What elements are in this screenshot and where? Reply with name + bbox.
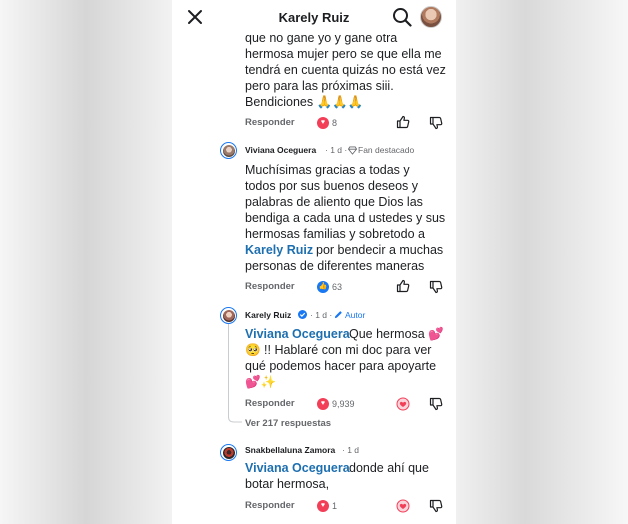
comment-author[interactable]: Snakbellaluna Zamora [245,445,335,455]
profile-avatar[interactable] [420,6,442,28]
comment-text-line: donde ahí que [349,461,429,475]
comment-time: · 1 d · [310,310,333,320]
comment-text-line: bendiga a cada una d ustedes y sus [245,211,446,225]
comment-text-line: hermosas familias y sobretodo a [245,227,425,241]
reaction-count[interactable]: 9,939 [332,399,355,409]
top-bar: Karely Ruiz [172,0,456,34]
comment-text-line: 🥺 !! Hablaré con mi doc para ver [245,343,432,357]
comment-text-line: 💕✨ [245,375,277,389]
background-left [0,0,172,524]
comment-time: · 1 d [342,445,360,455]
comment-author[interactable]: Karely Ruiz [245,310,291,320]
love-outline-icon[interactable] [396,499,410,513]
fan-badge: Fan destacado [358,145,415,155]
reply-button[interactable]: Responder [245,117,295,128]
thumbs-up-icon[interactable] [396,279,410,293]
comment-text-line: pero para las próximas siii. [245,79,394,93]
view-replies-link[interactable]: Ver 217 respuestas [245,418,331,429]
comment-time: · 1 d · [325,145,348,155]
comment-text-line: Muchísimas gracias a todas y [245,163,410,177]
comment-text-line: Que hermosa 💕 [349,327,444,341]
reaction-count[interactable]: 8 [332,118,337,128]
mention-link[interactable]: Viviana Oceguera [245,460,350,477]
thumbs-down-icon[interactable] [429,397,443,411]
avatar[interactable] [220,307,237,324]
avatar[interactable] [220,444,237,461]
comment-text-line: tendrá en cuenta quizás no está vez [245,63,446,77]
comment-text-line: qué podemos hacer para apoyarte [245,359,437,373]
diamond-icon [348,146,357,155]
author-badge: Autor [345,310,366,320]
comments-screen: Karely Ruiz que no gane yo y gane otra h… [172,0,456,524]
comment-text-line: palabras de aliento que Dios las [245,195,423,209]
search-icon[interactable] [392,7,412,27]
comment-text-line: personas de diferentes maneras [245,259,425,273]
page-title: Karely Ruiz [278,10,350,25]
reply-button[interactable]: Responder [245,281,295,292]
heart-react-icon: ♥ [317,398,329,410]
thumbs-down-icon[interactable] [429,499,443,513]
mention-link[interactable]: Viviana Oceguera [245,326,350,343]
thread-line [228,318,229,418]
like-react-icon: 👍 [317,281,329,293]
comment-text-line: Bendiciones 🙏🙏🙏 [245,95,364,109]
comment-text-line: hermosa mujer pero se que ella me [245,47,442,61]
reply-button[interactable]: Responder [245,500,295,511]
pencil-icon [334,311,342,319]
comment-text-line: por bendecir a muchas [316,243,444,257]
reply-button[interactable]: Responder [245,398,295,409]
verified-icon [298,310,307,319]
thumbs-up-icon[interactable] [396,115,410,129]
background-right [456,0,628,524]
comment-text-line: todos por sus buenos deseos y [245,179,419,193]
thumbs-down-icon[interactable] [429,280,443,294]
comment-text-line: botar hermosa, [245,477,330,491]
heart-react-icon: ♥ [317,500,329,512]
avatar[interactable] [220,142,237,159]
thread-connector [228,412,242,423]
love-outline-icon[interactable] [396,397,410,411]
thumbs-down-icon[interactable] [429,116,443,130]
reaction-count[interactable]: 63 [332,282,342,292]
comment-author[interactable]: Viviana Oceguera [245,145,316,155]
heart-react-icon: ♥ [317,117,329,129]
mention-link[interactable]: Karely Ruiz [245,242,313,259]
reaction-count[interactable]: 1 [332,501,337,511]
